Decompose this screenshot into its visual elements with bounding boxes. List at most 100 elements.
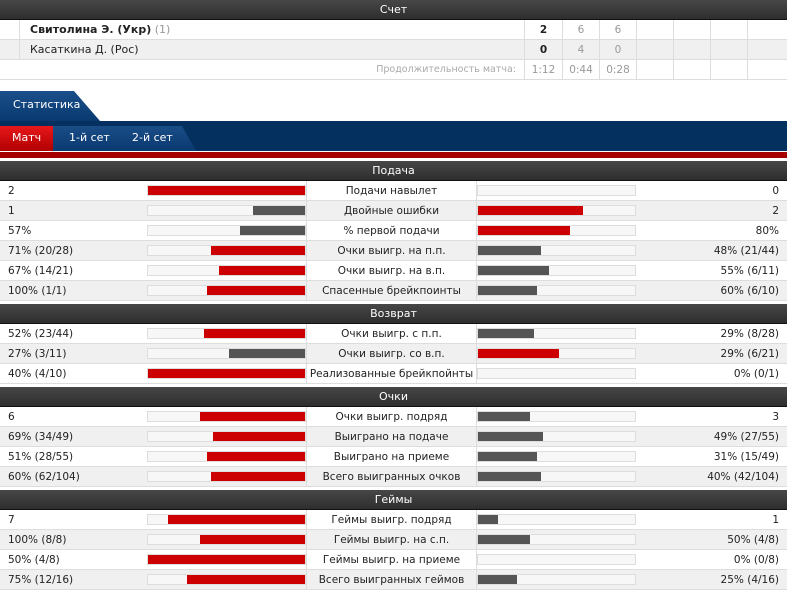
duration-set: 0:28 <box>599 60 636 79</box>
left-value: 57% <box>8 225 32 237</box>
right-bar <box>477 285 636 296</box>
stat-label: Очки выигр. на п.п. <box>306 241 477 260</box>
right-value: 40% (42/104) <box>707 471 779 483</box>
right-value: 0 <box>772 185 779 197</box>
left-bar-fill <box>239 226 305 235</box>
left-bar-fill <box>252 206 305 215</box>
left-bar-fill <box>148 186 305 195</box>
stat-label: % первой подачи <box>306 221 477 240</box>
set-score: 6 <box>562 20 599 39</box>
right-value: 2 <box>772 205 779 217</box>
right-bar <box>477 185 636 196</box>
duration-label: Продолжительность матча: <box>376 64 516 75</box>
tab-statistics[interactable]: Статистика <box>0 91 100 121</box>
right-value: 49% (27/55) <box>713 431 779 443</box>
section-header: Геймы <box>0 490 787 510</box>
left-bar <box>147 225 306 236</box>
stat-label: Двойные ошибки <box>306 201 477 220</box>
left-bar <box>147 265 306 276</box>
right-bar <box>477 554 636 565</box>
section-header: Возврат <box>0 304 787 324</box>
left-value: 7 <box>8 514 15 526</box>
stats-section: Очки 6 Очки выигр. подряд 3 69% (34/49) … <box>0 387 787 487</box>
stat-row: 2 Подачи навылет 0 <box>0 181 787 201</box>
player-name[interactable]: Касаткина Д. (Рос) <box>30 43 139 56</box>
left-bar-fill <box>207 452 305 461</box>
right-value: 3 <box>772 411 779 423</box>
left-bar <box>147 534 306 545</box>
stat-label: Всего выигранных геймов <box>306 570 477 589</box>
right-bar-fill <box>478 349 560 358</box>
section-header: Подача <box>0 161 787 181</box>
section-header: Очки <box>0 387 787 407</box>
stats-table: Подача 2 Подачи навылет 0 1 Двойные ошиб… <box>0 161 787 590</box>
right-bar <box>477 205 636 216</box>
right-bar <box>477 514 636 525</box>
right-value: 55% (6/11) <box>720 265 779 277</box>
duration-set: 0:44 <box>562 60 599 79</box>
left-bar-fill <box>218 266 305 275</box>
stat-row: 50% (4/8) Геймы выигр. на приеме 0% (0/8… <box>0 550 787 570</box>
left-bar <box>147 554 306 565</box>
stat-label: Реализованные брейкпойнты <box>306 364 477 383</box>
left-bar-fill <box>210 472 305 481</box>
right-bar <box>477 534 636 545</box>
right-bar <box>477 368 636 379</box>
left-bar <box>147 514 306 525</box>
tab-set-2[interactable]: 2-й сет <box>117 126 196 151</box>
right-bar <box>477 265 636 276</box>
left-bar <box>147 471 306 482</box>
stat-label: Выиграно на подаче <box>306 427 477 446</box>
right-bar-fill <box>478 452 538 461</box>
left-value: 69% (34/49) <box>8 431 74 443</box>
left-value: 50% (4/8) <box>8 554 60 566</box>
set-score: 6 <box>599 20 636 39</box>
right-bar <box>477 574 636 585</box>
left-bar <box>147 411 306 422</box>
left-value: 27% (3/11) <box>8 348 67 360</box>
stat-row: 27% (3/11) Очки выигр. со в.п. 29% (6/21… <box>0 344 787 364</box>
stat-label: Геймы выигр. на с.п. <box>306 530 477 549</box>
right-bar <box>477 225 636 236</box>
right-bar-fill <box>478 575 518 584</box>
stats-section: Возврат 52% (23/44) Очки выигр. с п.п. 2… <box>0 304 787 384</box>
left-value: 52% (23/44) <box>8 328 74 340</box>
stat-label: Всего выигранных очков <box>306 467 477 486</box>
left-bar-fill <box>148 555 305 564</box>
stat-row: 67% (14/21) Очки выигр. на в.п. 55% (6/1… <box>0 261 787 281</box>
player-row[interactable]: Свитолина Э. (Укр) (1) 2 6 6 <box>0 20 787 40</box>
player-seed: (1) <box>154 23 171 36</box>
left-bar <box>147 451 306 462</box>
left-bar-fill <box>167 515 305 524</box>
left-value: 2 <box>8 185 15 197</box>
set-score: 0 <box>599 40 636 59</box>
stat-row: 51% (28/55) Выиграно на приеме 31% (15/4… <box>0 447 787 467</box>
right-bar-fill <box>478 266 549 275</box>
left-bar-fill <box>213 432 305 441</box>
stat-row: 60% (62/104) Всего выигранных очков 40% … <box>0 467 787 487</box>
left-value: 100% (1/1) <box>8 285 67 297</box>
right-bar-fill <box>478 412 531 421</box>
right-value: 48% (21/44) <box>713 245 779 257</box>
right-bar-fill <box>478 206 583 215</box>
right-bar-fill <box>478 432 544 441</box>
player-row[interactable]: Касаткина Д. (Рос) 0 4 0 <box>0 40 787 60</box>
left-bar-fill <box>229 349 305 358</box>
stat-row: 71% (20/28) Очки выигр. на п.п. 48% (21/… <box>0 241 787 261</box>
left-bar <box>147 285 306 296</box>
right-bar-fill <box>478 472 541 481</box>
left-bar-fill <box>211 246 305 255</box>
right-value: 60% (6/10) <box>720 285 779 297</box>
stat-label: Геймы выигр. на приеме <box>306 550 477 569</box>
duration-total: 1:12 <box>524 60 562 79</box>
right-bar <box>477 245 636 256</box>
sub-tabs: Матч 1-й сет 2-й сет <box>0 121 787 151</box>
left-value: 75% (12/16) <box>8 574 74 586</box>
stat-row: 52% (23/44) Очки выигр. с п.п. 29% (8/28… <box>0 324 787 344</box>
right-bar <box>477 431 636 442</box>
right-bar-fill <box>478 246 542 255</box>
set-score: 4 <box>562 40 599 59</box>
left-bar-fill <box>187 575 305 584</box>
right-bar-fill <box>478 329 535 338</box>
player-name[interactable]: Свитолина Э. (Укр) <box>30 23 151 36</box>
